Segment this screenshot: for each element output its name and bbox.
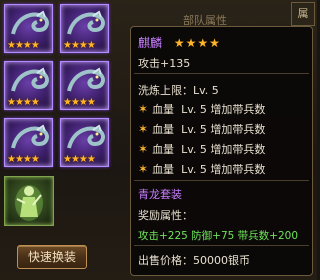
dragon-icon bbox=[11, 10, 49, 35]
divider bbox=[134, 180, 309, 181]
attribute-label: 血量 bbox=[152, 143, 175, 156]
rarity-stars: ★★★★ bbox=[63, 154, 96, 165]
star-icon: ✶ bbox=[138, 162, 149, 176]
rarity-stars: ★★★★ bbox=[63, 97, 96, 108]
attribute-value: Lv. 5 增加带兵数 bbox=[181, 143, 266, 156]
rarity-stars: ★★★★ bbox=[7, 154, 40, 165]
attribute-label: 血量 bbox=[152, 103, 175, 116]
quick-equip-button[interactable]: 快速换装 bbox=[17, 245, 87, 269]
equipment-slot[interactable]: ★★★★ bbox=[4, 4, 53, 53]
attribute-value: Lv. 5 增加带兵数 bbox=[181, 103, 266, 116]
divider bbox=[134, 73, 309, 74]
price-value: 50000银币 bbox=[193, 254, 250, 267]
equipment-slot[interactable]: ★★★★ bbox=[60, 61, 109, 110]
rarity-stars: ★★★★ bbox=[7, 40, 40, 51]
attribute-label: 血量 bbox=[152, 163, 175, 176]
dragon-icon bbox=[67, 10, 105, 35]
equipment-slot[interactable]: ★★★★ bbox=[4, 118, 53, 167]
divider bbox=[134, 245, 309, 246]
dragon-icon bbox=[67, 124, 105, 149]
attribute-value: Lv. 5 增加带兵数 bbox=[181, 163, 266, 176]
refine-attribute-row: ✶ 血量 Lv. 5 增加带兵数 bbox=[138, 141, 265, 157]
item-name: 麒麟 bbox=[138, 36, 163, 50]
equipment-slot[interactable]: ★★★★ bbox=[60, 118, 109, 167]
hero-portrait-slot[interactable] bbox=[4, 176, 54, 226]
star-icon: ✶ bbox=[138, 142, 149, 156]
refine-limit: 洗炼上限：Lv. 5 bbox=[138, 84, 219, 97]
star-icon: ✶ bbox=[138, 122, 149, 136]
refine-attribute-row: ✶ 血量 Lv. 5 增加带兵数 bbox=[138, 101, 265, 117]
equipment-slot[interactable]: ★★★★ bbox=[60, 4, 109, 53]
price-label: 出售价格： bbox=[138, 254, 193, 267]
attack-stat: 攻击+135 bbox=[138, 57, 191, 70]
warrior-icon bbox=[15, 185, 43, 221]
attribute-value: Lv. 5 增加带兵数 bbox=[181, 123, 266, 136]
corner-tab[interactable]: 属 bbox=[291, 2, 315, 26]
equipment-slot[interactable]: ★★★★ bbox=[4, 61, 53, 110]
dragon-icon bbox=[67, 67, 105, 92]
refine-attribute-row: ✶ 血量 Lv. 5 增加带兵数 bbox=[138, 161, 265, 177]
rarity-stars: ★★★★ bbox=[63, 40, 96, 51]
sell-price-row: 出售价格：50000银币 bbox=[138, 252, 250, 268]
bonus-values: 攻击+225 防御+75 带兵数+200 bbox=[138, 230, 299, 242]
attribute-label: 血量 bbox=[152, 123, 175, 136]
rarity-stars: ★★★★ bbox=[7, 97, 40, 108]
item-stars: ★★★★ bbox=[173, 36, 221, 50]
star-icon: ✶ bbox=[138, 102, 149, 116]
dragon-icon bbox=[11, 124, 49, 149]
panel-header: 部队属性 bbox=[183, 14, 227, 26]
dragon-icon bbox=[11, 67, 49, 92]
refine-attribute-row: ✶ 血量 Lv. 5 增加带兵数 bbox=[138, 121, 265, 137]
set-name: 青龙套装 bbox=[138, 188, 182, 201]
item-name-row: 麒麟 ★★★★ bbox=[138, 34, 221, 51]
bonus-label: 奖励属性： bbox=[138, 209, 193, 222]
